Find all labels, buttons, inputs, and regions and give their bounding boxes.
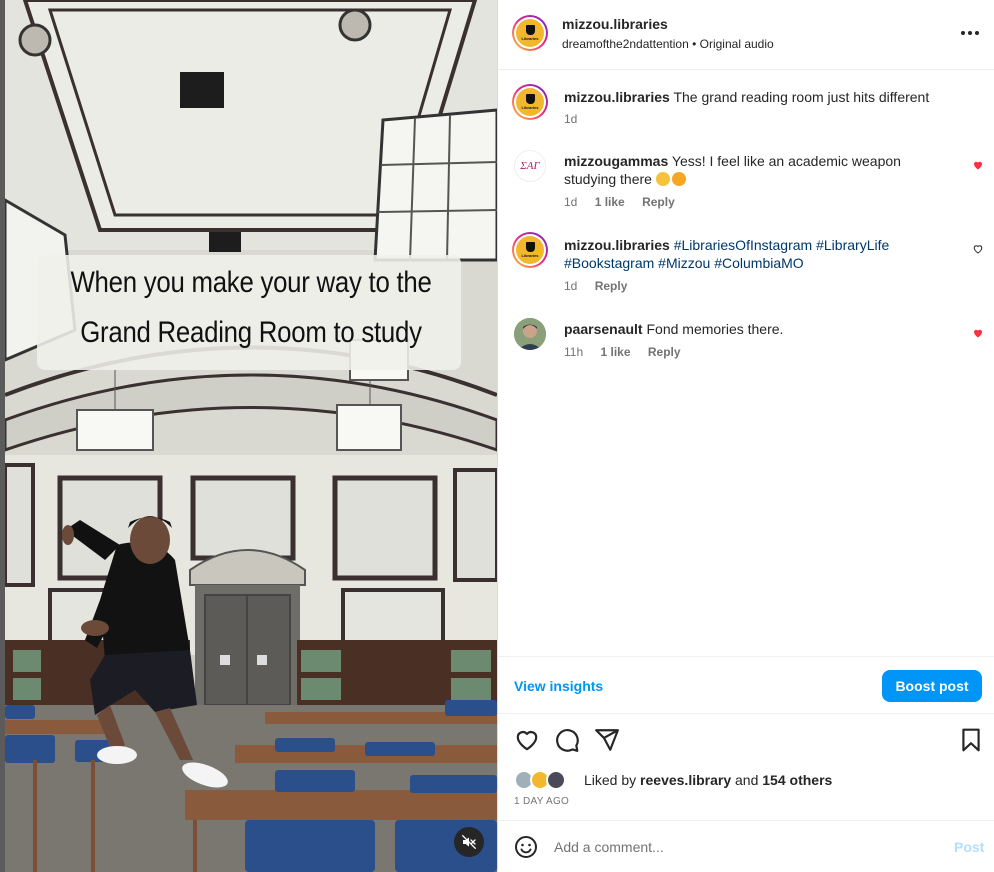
bookmark-icon[interactable]	[958, 727, 984, 753]
comment-time: 11h	[564, 345, 584, 359]
nerd-face-emoji-icon	[671, 172, 686, 186]
comment-icon[interactable]	[554, 727, 580, 753]
comment-likes-count[interactable]: 1 like	[595, 195, 625, 209]
reply-button[interactable]: Reply	[642, 195, 675, 209]
author-username[interactable]: mizzou.libraries	[562, 16, 668, 32]
mute-toggle-button[interactable]	[454, 827, 484, 857]
comment-time: 1d	[564, 195, 578, 209]
heart-outline-icon[interactable]	[972, 243, 984, 255]
comment-meta: 1d Reply	[564, 279, 641, 293]
boost-post-button[interactable]: Boost post	[882, 670, 982, 702]
liked-by-row: Liked by reeves.library and 154 others	[514, 770, 984, 792]
commenter-avatar[interactable]: Libraries	[512, 84, 548, 120]
star-eyes-emoji-icon	[655, 172, 670, 186]
comment-time: 1d	[564, 279, 578, 293]
heart-filled-icon[interactable]	[972, 327, 984, 339]
audio-info[interactable]: dreamofthe2ndattention • Original audio	[562, 37, 774, 51]
post-date: 1 DAY AGO	[514, 796, 570, 807]
hashtag-link[interactable]: #Bookstagram	[564, 255, 654, 271]
commenter-avatar[interactable]: ΣΑΓ	[514, 150, 546, 182]
liked-by-user-link[interactable]: reeves.library	[640, 772, 731, 788]
liked-by-text: Liked by reeves.library and 154 others	[584, 772, 833, 788]
comment-input[interactable]	[554, 837, 934, 857]
comment-text: Fond memories there.	[646, 321, 784, 337]
video-caption-line-1: When you make your way to the	[70, 266, 432, 299]
comment-body: mizzougammas Yess! I feel like an academ…	[564, 152, 956, 188]
post-header: Libraries mizzou.libraries dreamofthe2nd…	[498, 0, 994, 70]
view-insights-link[interactable]: View insights	[514, 678, 603, 694]
post-comment-button[interactable]: Post	[954, 839, 984, 855]
comment-username[interactable]: mizzou.libraries	[564, 237, 670, 253]
reply-button[interactable]: Reply	[595, 279, 628, 293]
add-comment-bar: Post	[498, 820, 994, 872]
comment-body: paarsenault Fond memories there.	[564, 320, 956, 338]
hashtag-link[interactable]: #ColumbiaMO	[714, 255, 803, 271]
share-icon[interactable]	[594, 727, 620, 753]
commenter-avatar[interactable]	[514, 318, 546, 350]
hashtag-link[interactable]: #LibrariesOfInstagram	[674, 237, 813, 253]
author-avatar[interactable]: Libraries	[512, 15, 548, 51]
video-caption-line-2: Grand Reading Room to study	[80, 316, 422, 349]
post-media-video[interactable]: When you make your way to the Grand Read…	[5, 0, 497, 872]
comment-likes-count[interactable]: 1 like	[600, 345, 630, 359]
more-options-icon[interactable]	[960, 26, 980, 40]
hashtag-link[interactable]: #LibraryLife	[816, 237, 889, 253]
liker-avatar[interactable]	[546, 770, 566, 790]
speaker-muted-icon	[461, 834, 477, 850]
hashtag-link[interactable]: #Mizzou	[658, 255, 710, 271]
comment-username[interactable]: paarsenault	[564, 321, 643, 337]
likes-others-link[interactable]: 154 others	[762, 772, 832, 788]
comment-body: mizzou.libraries #LibrariesOfInstagram #…	[564, 236, 956, 272]
post-actions	[498, 724, 994, 758]
comment-meta: 1d 1 like Reply	[564, 195, 689, 209]
comment-text: The grand reading room just hits differe…	[673, 89, 930, 105]
library-scene-image	[5, 0, 497, 872]
comment-body: mizzou.libraries The grand reading room …	[564, 88, 956, 106]
insights-bar: View insights Boost post	[498, 656, 994, 714]
post-details-panel: Libraries mizzou.libraries dreamofthe2nd…	[498, 0, 994, 872]
commenter-avatar[interactable]: Libraries	[512, 232, 548, 268]
comment-time: 1d	[564, 112, 578, 126]
reply-button[interactable]: Reply	[648, 345, 681, 359]
comment-meta: 11h 1 like Reply	[564, 345, 695, 359]
heart-icon[interactable]	[514, 727, 540, 753]
comment-username[interactable]: mizzou.libraries	[564, 89, 670, 105]
comment-meta: 1d	[564, 112, 591, 126]
comment-username[interactable]: mizzougammas	[564, 153, 668, 169]
emoji-smile-icon[interactable]	[514, 835, 538, 859]
heart-filled-icon[interactable]	[972, 159, 984, 171]
